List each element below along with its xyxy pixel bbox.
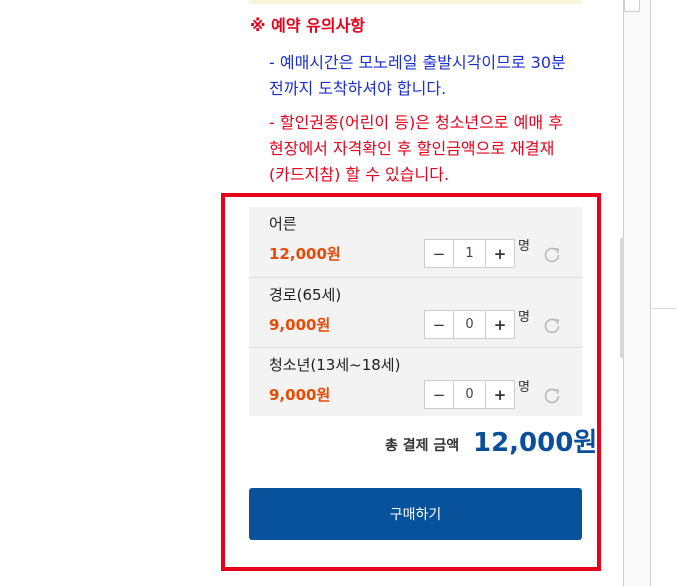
ticket-price: 9,000원 [269,386,331,404]
refresh-icon[interactable] [541,385,563,407]
ticket-label: 경로(65세) [269,286,342,304]
notice-title: ※ 예약 유의사항 [250,16,366,35]
total-amount-value: 12,000원 [473,428,598,458]
info-banner-edge [249,0,582,4]
divider [650,0,651,586]
quantity-unit: 명 [518,239,530,254]
purchase-button[interactable]: 구매하기 [249,488,582,540]
increase-button[interactable]: + [485,240,514,267]
side-panel [624,0,650,586]
increase-button[interactable]: + [485,381,514,408]
total-amount-label: 총 결제 금액 [385,438,460,454]
divider [651,308,677,309]
quantity-value[interactable]: 0 [454,311,485,338]
ticket-price: 9,000원 [269,316,331,334]
ticket-purchase-page: ※ 예약 유의사항 - 예매시간은 모노레일 출발시각이므로 30분 전까지 도… [0,0,677,586]
ticket-row-youth: 청소년(13세~18세) 9,000원 − 0 + 명 [249,347,582,417]
ticket-label: 청소년(13세~18세) [269,356,401,374]
ticket-label: 어른 [269,215,297,233]
quantity-unit: 명 [518,310,530,325]
ticket-list: 어른 12,000원 − 1 + 명 경로(65세) 9,000원 − 0 + … [249,207,582,416]
quantity-stepper: − 1 + [424,239,515,268]
decrease-button[interactable]: − [425,381,454,408]
ticket-price: 12,000원 [269,245,341,263]
quantity-unit: 명 [518,380,530,395]
quantity-stepper: − 0 + [424,310,515,339]
quantity-value[interactable]: 0 [454,381,485,408]
notice-arrival-time: - 예매시간은 모노레일 출발시각이므로 30분 전까지 도착하셔야 합니다. [269,53,566,98]
increase-button[interactable]: + [485,311,514,338]
decrease-button[interactable]: − [425,311,454,338]
refresh-icon[interactable] [541,244,563,266]
decrease-button[interactable]: − [425,240,454,267]
quantity-value[interactable]: 1 [454,240,485,267]
panel-tab[interactable] [624,0,640,12]
quantity-stepper: − 0 + [424,380,515,409]
notice-discount-info: - 할인권종(어린이 등)은 청소년으로 예매 후 현장에서 자격확인 후 할인… [269,113,563,184]
refresh-icon[interactable] [541,315,563,337]
window-scroll-chrome [598,0,677,586]
ticket-row-senior: 경로(65세) 9,000원 − 0 + 명 [249,277,582,347]
ticket-row-adult: 어른 12,000원 − 1 + 명 [249,207,582,277]
scrollbar-thumb[interactable] [620,238,624,358]
